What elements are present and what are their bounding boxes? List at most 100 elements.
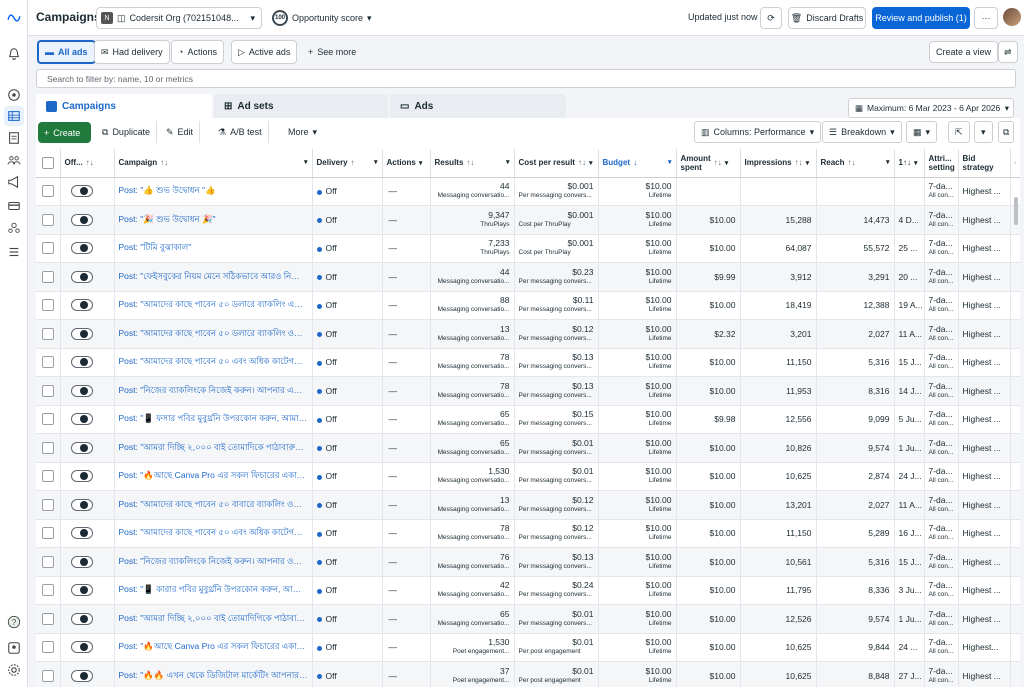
row-select-cell[interactable] [36,462,61,491]
column-header-off[interactable]: Off... ↑↓ [60,149,115,178]
campaign-name-link[interactable]: Post: "ফেইসবুকের নিয়ম মেনে সঠিকভাবে আরও… [119,270,308,284]
row-toggle-cell[interactable] [60,462,115,491]
table-row[interactable]: Post: "🎉 শুভ উদ্বোধন 🎉" Off — 9,347 ThruP… [36,205,1020,235]
tab-ad-sets[interactable]: ⊞ Ad sets [214,94,388,118]
table-scrollbar[interactable] [1014,197,1018,225]
select-all-checkbox[interactable] [41,156,54,169]
row-select-cell[interactable] [36,234,61,263]
billing-card-icon[interactable] [4,196,24,216]
on-off-toggle[interactable] [70,270,93,283]
table-row[interactable]: Post: "টিমি বুঝাকাল" Off — 7,233 ThruPlay… [36,234,1020,263]
column-header-impressions[interactable]: Impressions ↑↓ ▾ [740,149,817,178]
row-checkbox[interactable] [41,641,54,654]
account-overview-icon[interactable] [4,85,24,105]
row-checkbox[interactable] [41,413,54,426]
campaign-name-cell[interactable]: Post: "আমাদের কাছে পাবেন ৫০ বাবারে ব্যাক… [114,490,313,520]
review-publish-button[interactable]: Review and publish (1) [872,7,970,29]
row-checkbox[interactable] [41,185,54,198]
table-row[interactable]: Post: "👍 শুভ উদ্বোধন "👍 Off — 44 Messagin… [36,177,1020,206]
campaign-name-link[interactable]: Post: "আমাদের কাছে পাবেন ৫০ ডলারে ব্যাকল… [119,298,308,312]
on-off-toggle[interactable] [70,498,93,511]
table-row[interactable]: Post: "আমাদের কাছে পাবেন ৫০ ডলারে ব্যাকল… [36,319,1020,349]
column-header-campaign[interactable]: Campaign ↑↓ ▾ [114,149,313,178]
campaign-name-cell[interactable]: Post: "আমাদের কাছে পাবেন ৫০ ডলারে ব্যাকল… [114,291,313,320]
row-toggle-cell[interactable] [60,177,115,206]
row-select-cell[interactable] [36,633,61,662]
row-select-cell[interactable] [36,319,61,349]
row-toggle-cell[interactable] [60,291,115,320]
on-off-toggle[interactable] [70,413,93,426]
column-header-actions[interactable]: Actions ▾ [382,149,431,178]
business-settings-icon[interactable] [4,218,24,238]
on-off-toggle[interactable] [70,584,93,597]
campaign-name-cell[interactable]: Post: "টিমি বুঝাকাল" [114,234,313,263]
campaign-name-link[interactable]: Post: "আমাদের কাছে পাবেন ৫০ এবং অধিক কাট… [119,526,308,540]
reports-menu-button[interactable]: ▦ ▾ [906,121,938,143]
refresh-button[interactable]: ⟳ [760,7,782,29]
row-toggle-cell[interactable] [60,205,115,235]
row-select-cell[interactable] [36,604,61,634]
campaign-name-link[interactable]: Post: "🔥আছে Canva Pro এর সকল ফিচারের একা… [119,469,308,483]
row-select-cell[interactable] [36,433,61,463]
campaign-name-cell[interactable]: Post: "আমরা দিচ্ছি ২,০০০ বাই তোমাদিকে পা… [114,433,313,463]
on-off-toggle[interactable] [70,612,93,625]
chip-see-more[interactable]: + See more [302,40,362,64]
date-range-picker[interactable]: ▦ Maximum: 6 Mar 2023 - 6 Apr 2026 ▾ [848,98,1014,118]
row-select-cell[interactable] [36,547,61,577]
table-row[interactable]: Post: "ফেইসবুকের নিয়ম মেনে সঠিকভাবে আরও… [36,262,1020,292]
row-checkbox[interactable] [41,612,54,625]
row-toggle-cell[interactable] [60,490,115,520]
row-toggle-cell[interactable] [60,519,115,548]
table-row[interactable]: Post: "📱 ফসার পবির মুবুর্থ্রনি উপরকোন কর… [36,405,1020,434]
campaign-name-link[interactable]: Post: "আমাদের কাছে পাবেন ৫০ ডলারে ব্যাকল… [119,327,308,341]
ab-test-button[interactable]: ⚗ A/B test [212,121,269,143]
campaign-name-link[interactable]: Post: "আমাদের কাছে পাবেন ৫০ এবং অধিক কাট… [119,355,308,369]
edit-button[interactable]: ✎ Edit [160,121,201,143]
tab-campaigns[interactable]: Campaigns [36,94,212,118]
on-off-toggle[interactable] [70,470,93,483]
column-header-bid-strategy[interactable]: Bid strategy [958,149,1011,178]
row-select-cell[interactable] [36,177,61,206]
bell-icon[interactable] [4,44,24,64]
campaign-name-cell[interactable]: Post: "ফেইসবুকের নিয়ম মেনে সঠিকভাবে আরও… [114,262,313,292]
megaphone-icon[interactable] [4,172,24,192]
campaign-name-cell[interactable]: Post: "নিজের ব্যাকলিংকে নিজেই করুন। আপনা… [114,547,313,577]
row-checkbox[interactable] [41,213,54,226]
row-toggle-cell[interactable] [60,547,115,577]
campaign-name-link[interactable]: Post: "🔥আছে Canva Pro এর সকল ফিচারের একা… [119,640,308,654]
row-checkbox[interactable] [41,470,54,483]
campaign-name-link[interactable]: Post: "আমরা দিচ্ছি ২,০০০ বাই তোমাদিকে পা… [119,441,308,455]
campaign-name-cell[interactable]: Post: "🔥আছে Canva Pro এর সকল ফিচারের একা… [114,462,313,491]
table-row[interactable]: Post: "🔥আছে Canva Pro এর সকল ফিচারের একা… [36,633,1020,662]
row-checkbox[interactable] [41,384,54,397]
row-select-cell[interactable] [36,376,61,406]
row-select-cell[interactable] [36,490,61,520]
gear-icon[interactable] [4,660,24,680]
on-off-toggle[interactable] [70,669,93,682]
more-options-button[interactable]: ··· [974,7,998,29]
create-view-button[interactable]: Create a view [929,41,999,63]
row-select-cell[interactable] [36,576,61,605]
on-off-toggle[interactable] [70,242,93,255]
row-toggle-cell[interactable] [60,348,115,377]
campaign-name-link[interactable]: Post: "নিজের ব্যাকলিংকে নিজেই করুন। আপনা… [119,555,308,569]
row-select-cell[interactable] [36,205,61,235]
row-select-cell[interactable] [36,291,61,320]
column-header-budget[interactable]: Budget ↓ ▾ [598,149,677,178]
table-row[interactable]: Post: "আমাদের কাছে পাবেন ৫০ ডলারে ব্যাকল… [36,291,1020,320]
reports-icon[interactable] [4,128,24,148]
more-actions-button[interactable]: More ▾ [282,121,323,143]
column-settings-header[interactable]: ◦ [1010,149,1020,178]
table-row[interactable]: Post: "📱 কারার পবির মুবুর্থ্রনি উপরকোন ক… [36,576,1020,605]
table-row[interactable]: Post: "🔥🔥 এখন থেকে ডিজিটাল মার্কেটিং আপন… [36,661,1020,687]
campaign-name-cell[interactable]: Post: "🔥🔥 এখন থেকে ডিজিটাল মার্কেটিং আপন… [114,661,313,687]
opportunity-score-button[interactable]: 100 Opportunity score ▾ [272,7,372,29]
row-toggle-cell[interactable] [60,433,115,463]
column-header-cost-per-result[interactable]: Cost per result ↑↓ ▾ [514,149,599,178]
tab-ads[interactable]: ▭ Ads [390,94,566,118]
campaign-name-link[interactable]: Post: "আমরা দিচ্ছি ২,০০০ বাই তোমাদিগিকে … [119,612,308,626]
chip-actions[interactable]: ◔ Actions [171,40,224,64]
campaign-name-cell[interactable]: Post: "আমাদের কাছে পাবেন ৫০ এবং অধিক কাট… [114,519,313,548]
row-checkbox[interactable] [41,270,54,283]
campaign-name-cell[interactable]: Post: "🔥আছে Canva Pro এর সকল ফিচারের একা… [114,633,313,662]
